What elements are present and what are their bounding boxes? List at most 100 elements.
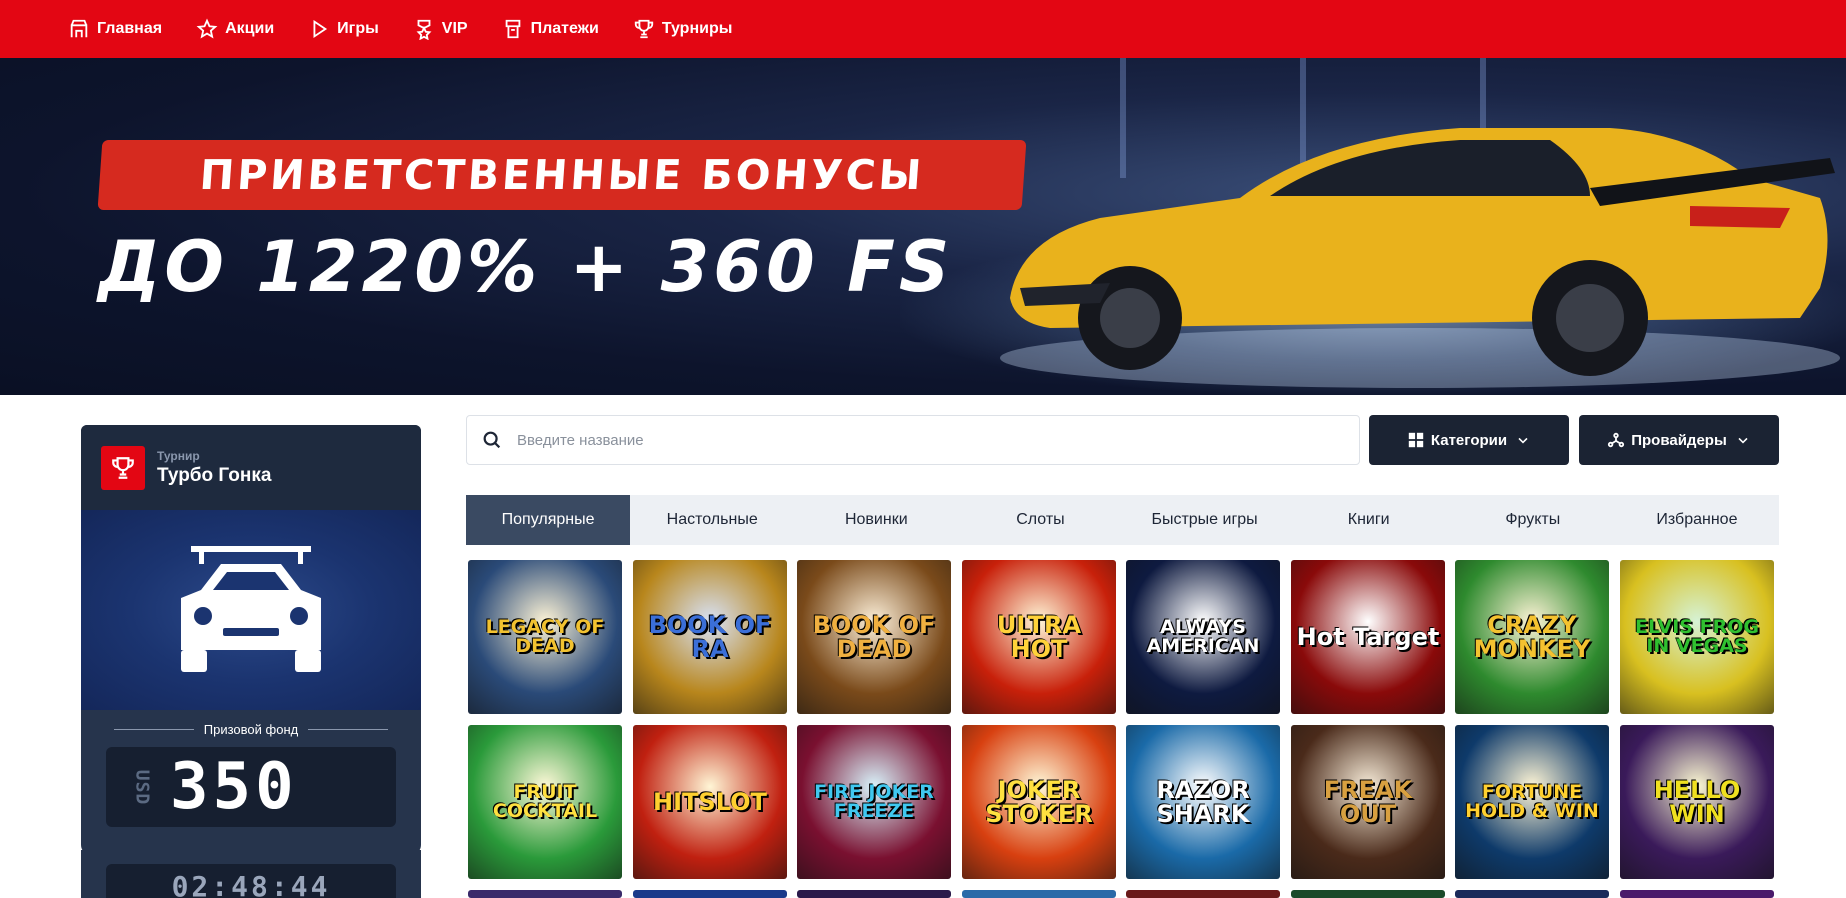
- game-title: HITSLOT: [653, 788, 767, 816]
- nav-item-vip[interactable]: VIP: [413, 0, 468, 58]
- search-input[interactable]: [517, 431, 1317, 449]
- game-title: FRUIT COCKTAIL: [492, 781, 598, 822]
- game-tile-partial[interactable]: [797, 890, 951, 898]
- star-icon: [196, 18, 218, 39]
- game-tile[interactable]: CRAZY MONKEY: [1455, 560, 1609, 714]
- nav-item-label: Платежи: [530, 20, 599, 37]
- game-tile[interactable]: ELVIS FROG IN VEGAS: [1620, 560, 1774, 714]
- game-title: Hot Target: [1296, 623, 1440, 651]
- home-icon: [70, 19, 88, 38]
- tab-quick-games[interactable]: Быстрые игры: [1123, 495, 1287, 545]
- tournament-timer: 02:48:44: [106, 864, 396, 898]
- race-car-icon: [181, 546, 321, 672]
- game-tile[interactable]: JOKER STOKER: [962, 725, 1116, 879]
- tournament-artwork: [81, 510, 421, 710]
- providers-dropdown[interactable]: Провайдеры: [1579, 415, 1779, 465]
- game-tile[interactable]: BOOK OF RA: [633, 560, 787, 714]
- game-title: CRAZY MONKEY: [1473, 611, 1591, 663]
- nav-item-label: Главная: [97, 20, 163, 37]
- tab-table[interactable]: Настольные: [630, 495, 794, 545]
- vip-icon: [416, 19, 432, 40]
- nav-item-home[interactable]: Главная: [68, 0, 162, 58]
- tab-slots[interactable]: Слоты: [958, 495, 1122, 545]
- game-tile[interactable]: FRUIT COCKTAIL: [468, 725, 622, 879]
- tournament-header: Турнир Турбо Гонка: [81, 425, 421, 510]
- game-tile[interactable]: Hot Target: [1291, 560, 1445, 714]
- game-title: LEGACY OF DEAD: [485, 616, 605, 657]
- providers-icon: [1608, 432, 1625, 448]
- nav-item-label: Турниры: [661, 20, 733, 37]
- game-tile-partial[interactable]: [962, 890, 1116, 898]
- tab-favorites[interactable]: Избранное: [1615, 495, 1779, 545]
- game-title: ELVIS FROG IN VEGAS: [1635, 616, 1759, 657]
- game-tile-partial[interactable]: [1291, 890, 1445, 898]
- tournament-card[interactable]: Турнир Турбо Гонка Призовой фонд USD 350: [81, 425, 421, 855]
- timer-value: 02:48:44: [171, 870, 331, 898]
- game-tile[interactable]: FIRE JOKER FREEZE: [797, 725, 951, 879]
- game-tile[interactable]: HELLO WIN: [1620, 725, 1774, 879]
- tournament-badge: [101, 445, 145, 490]
- game-tile[interactable]: BOOK OF DEAD: [797, 560, 951, 714]
- tab-new[interactable]: Новинки: [794, 495, 958, 545]
- nav-item-label: Акции: [225, 20, 275, 37]
- chevron-down-icon: [1738, 437, 1748, 444]
- game-title: BOOK OF DEAD: [812, 611, 936, 663]
- game-tile[interactable]: LEGACY OF DEAD: [468, 560, 622, 714]
- game-tile-partial[interactable]: [468, 890, 622, 898]
- game-category-tabs: Популярные Настольные Новинки Слоты Быст…: [466, 495, 1779, 545]
- categories-label: Категории: [1430, 431, 1508, 449]
- game-title: HELLO WIN: [1653, 776, 1741, 828]
- nav-item-label: VIP: [441, 20, 468, 37]
- game-title: BOOK OF RA: [648, 611, 772, 663]
- prize-display: USD 350: [106, 747, 396, 827]
- providers-label: Провайдеры: [1631, 431, 1727, 449]
- categories-dropdown[interactable]: Категории: [1369, 415, 1569, 465]
- game-title: FIRE JOKER FREEZE: [814, 781, 934, 822]
- promo-banner[interactable]: ПРИВЕТСТВЕННЫЕ БОНУСЫ ДО 1220% + 360 FS: [0, 58, 1846, 395]
- prize-amount: 350: [170, 750, 298, 824]
- game-title: ULTRA HOT: [996, 611, 1082, 663]
- game-tile[interactable]: FREAK OUT: [1291, 725, 1445, 879]
- divider: [113, 729, 194, 730]
- tournament-kicker: Турнир: [157, 448, 200, 463]
- grid-icon: [1408, 432, 1424, 448]
- game-search: [466, 415, 1360, 465]
- tournament-timer-card: 02:48:44: [81, 850, 421, 898]
- tournament-name: Турбо Гонка: [157, 464, 272, 486]
- game-title: ALWAYS AMERICAN: [1146, 616, 1260, 657]
- game-tile-partial[interactable]: [633, 890, 787, 898]
- main-nav: Главная Акции Игры VIP Платежи Турниры: [0, 0, 1846, 58]
- game-tile[interactable]: FORTUNE HOLD & WIN: [1455, 725, 1609, 879]
- prize-label-row: Призовой фонд: [81, 722, 421, 737]
- nav-item-tournaments[interactable]: Турниры: [633, 0, 733, 58]
- game-tile[interactable]: RAZOR SHARK: [1126, 725, 1280, 879]
- banner-headline: ДО 1220% + 360 FS: [98, 226, 954, 308]
- trophy-icon: [112, 456, 134, 479]
- game-tile-partial[interactable]: [1620, 890, 1774, 898]
- tab-popular[interactable]: Популярные: [466, 495, 631, 545]
- game-title: FREAK OUT: [1323, 776, 1413, 828]
- play-icon: [313, 19, 328, 39]
- trophy-icon: [634, 19, 653, 39]
- game-title: RAZOR SHARK: [1156, 776, 1250, 828]
- nav-item-label: Игры: [337, 20, 379, 37]
- game-tile-partial[interactable]: [1455, 890, 1609, 898]
- game-tile[interactable]: HITSLOT: [633, 725, 787, 879]
- game-tile[interactable]: ALWAYS AMERICAN: [1126, 560, 1280, 714]
- tab-fruits[interactable]: Фрукты: [1451, 495, 1615, 545]
- game-tile[interactable]: ULTRA HOT: [962, 560, 1116, 714]
- prize-currency: USD: [131, 769, 153, 805]
- sports-car-illustration: [1000, 128, 1840, 388]
- prize-label: Призовой фонд: [203, 722, 299, 737]
- divider: [308, 729, 389, 730]
- tab-books[interactable]: Книги: [1287, 495, 1451, 545]
- game-tile-partial[interactable]: [1126, 890, 1280, 898]
- nav-item-payments[interactable]: Платежи: [502, 0, 599, 58]
- nav-item-games[interactable]: Игры: [308, 0, 379, 58]
- banner-welcome-label: ПРИВЕТСТВЕННЫЕ БОНУСЫ: [97, 140, 1027, 210]
- search-icon: [483, 431, 501, 449]
- game-title: JOKER STOKER: [985, 776, 1093, 828]
- game-title: FORTUNE HOLD & WIN: [1465, 781, 1599, 822]
- chevron-down-icon: [1518, 437, 1528, 444]
- nav-item-promotions[interactable]: Акции: [196, 0, 274, 58]
